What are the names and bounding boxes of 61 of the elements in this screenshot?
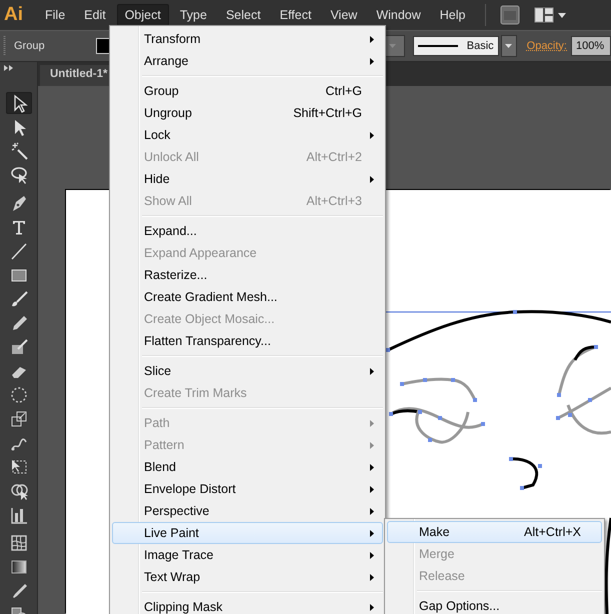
collapse-panel-icon[interactable] bbox=[4, 65, 14, 71]
menu-item[interactable]: Hide bbox=[112, 168, 383, 190]
scale-icon bbox=[8, 409, 28, 429]
menu-item[interactable]: Help bbox=[432, 4, 474, 26]
menu-item[interactable]: Blend bbox=[112, 456, 383, 478]
menu-item[interactable]: Lock bbox=[112, 124, 383, 146]
submenu-arrow-icon bbox=[370, 132, 374, 139]
menu-item[interactable]: Text Wrap bbox=[112, 566, 383, 588]
rotate-icon bbox=[8, 385, 28, 405]
menu-item[interactable]: Envelope Distort bbox=[112, 478, 383, 500]
menu-item[interactable]: Expand... bbox=[112, 220, 383, 242]
menu-item[interactable]: Image Trace bbox=[112, 544, 383, 566]
workspace-layout-icon[interactable] bbox=[534, 6, 568, 24]
submenu-arrow-icon bbox=[370, 508, 374, 515]
panel-grip-icon bbox=[3, 36, 6, 56]
dropdown-arrow-button[interactable] bbox=[500, 35, 517, 57]
bridge-icon[interactable] bbox=[500, 5, 520, 25]
selection-tool[interactable] bbox=[6, 92, 32, 114]
menu-item[interactable]: Window bbox=[368, 4, 429, 26]
menu-item[interactable]: Clipping Mask bbox=[112, 596, 383, 614]
menu-item[interactable]: Gap Options... bbox=[387, 595, 602, 614]
submenu-arrow-icon bbox=[370, 464, 374, 471]
menu-item[interactable]: Effect bbox=[272, 4, 320, 26]
opacity-link[interactable]: Opacity: bbox=[526, 40, 567, 52]
menu-item[interactable]: Transform bbox=[112, 28, 383, 50]
menu-item[interactable]: Select bbox=[218, 4, 269, 26]
stroke-line-preview-icon bbox=[418, 44, 458, 48]
opacity-field[interactable]: 100% bbox=[571, 36, 611, 56]
menu-item[interactable]: File bbox=[37, 4, 74, 26]
menu-item[interactable]: Live Paint bbox=[112, 522, 383, 544]
menu-item[interactable]: Rasterize... bbox=[112, 264, 383, 286]
menu-item[interactable]: Make Alt+Ctrl+X bbox=[387, 521, 602, 543]
submenu-arrow-icon bbox=[370, 574, 374, 581]
mesh-icon bbox=[8, 533, 28, 553]
menu-item[interactable]: Object bbox=[116, 4, 169, 26]
menu-item[interactable]: Ungroup Shift+Ctrl+G bbox=[112, 102, 383, 124]
submenu-arrow-icon bbox=[370, 58, 374, 65]
menu-item[interactable]: Flatten Transparency... bbox=[112, 330, 383, 352]
menu-item[interactable]: View bbox=[322, 4, 366, 26]
submenu-arrow-icon bbox=[370, 442, 374, 449]
submenu-arrow-icon bbox=[370, 552, 374, 559]
submenu-arrow-icon bbox=[370, 36, 374, 43]
graph-icon bbox=[8, 505, 28, 525]
stroke-style-label: Basic bbox=[466, 40, 494, 52]
stroke-style-dropdown[interactable]: Basic bbox=[412, 36, 499, 56]
submenu-arrow-icon bbox=[370, 368, 374, 375]
submenu-arrow-icon bbox=[370, 420, 374, 427]
submenu-arrow-icon bbox=[370, 530, 374, 537]
menu-item[interactable]: Slice bbox=[112, 360, 383, 382]
line-icon bbox=[8, 241, 28, 261]
selection-type-label: Group bbox=[14, 40, 46, 52]
submenu-arrow-icon bbox=[370, 176, 374, 183]
submenu-arrow-icon bbox=[370, 604, 374, 611]
dropdown-arrow-icon bbox=[505, 44, 512, 48]
menu-item[interactable]: Create Gradient Mesh... bbox=[112, 286, 383, 308]
lasso-icon bbox=[8, 165, 28, 185]
menu-item[interactable]: Edit bbox=[76, 4, 114, 26]
menu-item[interactable]: Perspective bbox=[112, 500, 383, 522]
submenu-arrow-icon bbox=[370, 486, 374, 493]
app-logo: Ai bbox=[4, 4, 23, 26]
menu-item[interactable]: Type bbox=[172, 4, 215, 26]
